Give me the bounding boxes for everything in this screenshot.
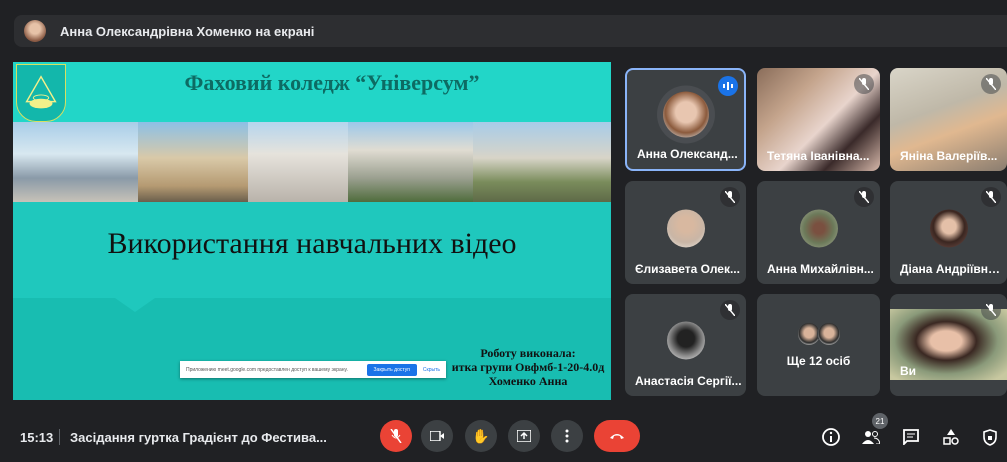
present-button[interactable] — [508, 420, 540, 452]
control-bar: 15:13 Засідання гуртка Градієнт до Фести… — [0, 414, 1007, 462]
author-line: Хоменко Анна — [488, 374, 568, 388]
mic-off-icon — [720, 300, 740, 320]
mic-toggle-button[interactable] — [380, 420, 412, 452]
participant-avatar — [799, 208, 838, 247]
divider — [59, 429, 60, 445]
hand-icon: ✋ — [472, 427, 490, 444]
participants-count-badge: 21 — [872, 413, 888, 429]
slide-title: Фаховий коледж “Універсум” — [184, 70, 480, 95]
more-vert-icon — [565, 429, 569, 443]
participant-avatar — [666, 208, 705, 247]
meeting-details-button[interactable] — [820, 426, 842, 448]
mic-off-icon — [854, 187, 874, 207]
participant-avatar — [929, 208, 968, 247]
participants-button[interactable] — [860, 426, 882, 448]
author-line: итка групи Овфмб-1-20-4.0д — [451, 360, 605, 374]
info-icon — [822, 428, 840, 446]
slide-author: Роботу виконала: итка групи Овфмб-1-20-4… — [443, 346, 611, 388]
speaking-indicator-icon — [718, 76, 738, 96]
participant-name: Анна Олександ... — [637, 147, 738, 161]
stop-sharing-button[interactable]: Закрыть доступ — [366, 363, 417, 376]
mic-off-icon — [854, 74, 874, 94]
hide-button[interactable]: Скрыть — [423, 367, 440, 373]
screen-share-notification: Приложению meet.google.com предоставлен … — [180, 361, 446, 378]
shapes-icon — [943, 429, 959, 445]
present-icon — [517, 430, 531, 442]
participant-name: Яніна Валеріїв... — [900, 149, 998, 163]
more-participants-avatars — [796, 322, 841, 346]
participant-tile[interactable]: Яніна Валеріїв... — [890, 68, 1007, 171]
participant-tile[interactable]: Анна Михайлівн... — [757, 181, 880, 284]
participant-tile[interactable]: Тетяна Іванівна... — [757, 68, 880, 171]
participant-name: Анастасія Сергії... — [635, 374, 742, 388]
participant-tile[interactable]: Діана Андріївна... — [890, 181, 1007, 284]
mic-off-icon — [981, 187, 1001, 207]
hang-up-icon — [610, 434, 624, 439]
participant-name: Анна Михайлівн... — [767, 262, 874, 276]
participant-tile[interactable]: Єлизавета Олек... — [625, 181, 746, 284]
college-photos — [13, 122, 611, 202]
chat-icon — [903, 429, 919, 445]
participant-avatar — [666, 321, 705, 360]
participant-name: Діана Андріївна... — [900, 262, 1003, 276]
participant-name: Тетяна Іванівна... — [767, 149, 870, 163]
leave-call-button[interactable] — [594, 420, 640, 452]
host-controls-button[interactable] — [979, 426, 1001, 448]
more-participants-tile[interactable]: Ще 12 осіб — [757, 294, 880, 396]
clock: 15:13 — [20, 430, 54, 445]
more-options-button[interactable] — [551, 420, 583, 452]
share-message: Приложению meet.google.com предоставлен … — [186, 366, 348, 373]
people-icon — [862, 431, 880, 444]
slide-decor-triangle — [115, 298, 155, 312]
more-participants-label: Ще 12 осіб — [786, 354, 851, 368]
presenter-avatar — [24, 20, 46, 42]
meeting-title: Засідання гуртка Градієнт до Фестива... — [70, 430, 327, 445]
participant-name: Єлизавета Олек... — [635, 262, 740, 276]
participant-avatar — [662, 90, 709, 137]
camera-icon — [430, 431, 444, 441]
participant-tile[interactable]: Анастасія Сергії... — [625, 294, 746, 396]
presenting-banner: Анна Олександрівна Хоменко на екрані — [14, 15, 1007, 47]
activities-button[interactable] — [940, 426, 962, 448]
shared-screen: Фаховий коледж “Універсум” Використання … — [13, 62, 611, 400]
raise-hand-button[interactable]: ✋ — [465, 420, 497, 452]
participant-tile[interactable]: Ви — [890, 294, 1007, 396]
mic-off-icon — [390, 429, 402, 443]
presenting-label: Анна Олександрівна Хоменко на екрані — [60, 23, 315, 39]
mic-off-icon — [981, 74, 1001, 94]
chat-button[interactable] — [900, 426, 922, 448]
author-line: Роботу виконала: — [480, 346, 576, 360]
participant-tile[interactable]: Анна Олександ... — [625, 68, 746, 171]
mic-off-icon — [720, 187, 740, 207]
camera-toggle-button[interactable] — [421, 420, 453, 452]
slide-main-title: Використання навчальних відео — [107, 227, 517, 260]
shield-lock-icon — [983, 428, 997, 446]
participant-name: Ви — [900, 364, 917, 378]
mic-off-icon — [981, 300, 1001, 320]
